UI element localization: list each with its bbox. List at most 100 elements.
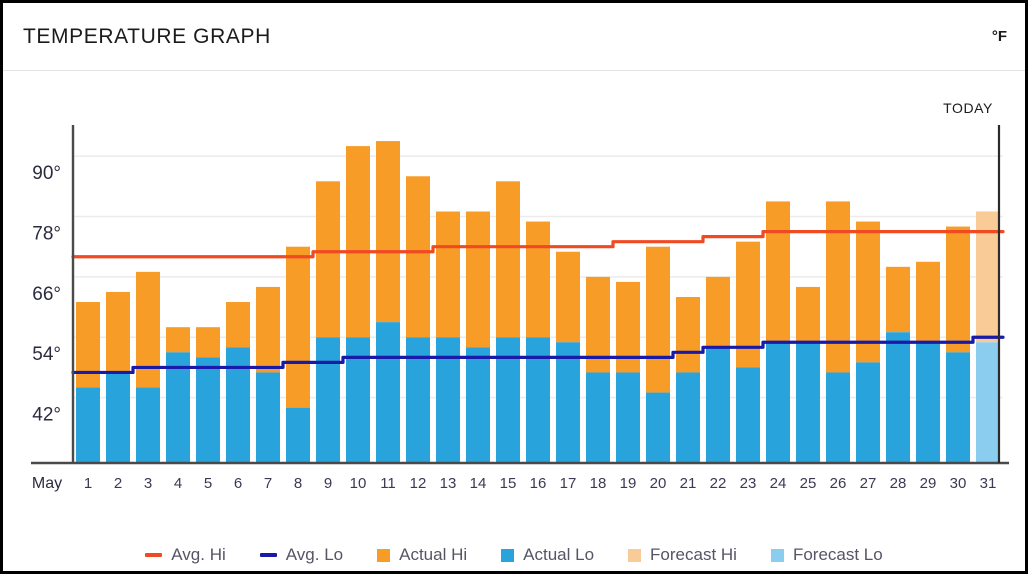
bar-group xyxy=(496,181,520,463)
x-axis-tick: 29 xyxy=(920,475,937,492)
bar-high xyxy=(646,246,670,393)
bar-group xyxy=(676,297,700,463)
legend-item[interactable]: Forecast Hi xyxy=(628,545,737,565)
bar-group xyxy=(736,241,760,463)
bar-high xyxy=(76,302,100,388)
svg-text:TODAY: TODAY xyxy=(943,100,993,116)
legend-box-swatch xyxy=(628,548,642,562)
x-axis-tick: 20 xyxy=(650,475,667,492)
legend-item[interactable]: Avg. Lo xyxy=(259,545,344,565)
legend-item[interactable]: Actual Hi xyxy=(377,545,467,565)
bar-high xyxy=(466,211,490,348)
bar-low xyxy=(646,392,670,463)
svg-text:66°: 66° xyxy=(32,284,61,305)
bar-low xyxy=(226,347,250,463)
x-axis-tick: 31 xyxy=(980,475,997,492)
legend-item[interactable]: Actual Lo xyxy=(501,545,594,565)
bar-group xyxy=(646,246,670,463)
legend-label: Forecast Hi xyxy=(650,545,737,564)
svg-text:42°: 42° xyxy=(32,405,61,426)
bar-high xyxy=(136,271,160,388)
bar-high xyxy=(946,226,970,353)
bars xyxy=(76,141,1000,463)
x-axis-tick: 3 xyxy=(144,475,152,492)
x-axis-tick: 1 xyxy=(84,475,92,492)
bar-group xyxy=(256,286,280,463)
bar-low xyxy=(886,332,910,463)
x-axis-tick: 17 xyxy=(560,475,577,492)
unit-label: °F xyxy=(991,28,1007,45)
bar-group xyxy=(106,291,130,463)
x-axis-tick: 8 xyxy=(294,475,302,492)
x-axis-tick: 21 xyxy=(680,475,697,492)
legend-item[interactable]: Forecast Lo xyxy=(770,545,883,565)
bar-high xyxy=(376,141,400,323)
legend-label: Avg. Lo xyxy=(285,545,344,564)
bar-group xyxy=(226,302,250,463)
legend-line-swatch xyxy=(145,553,163,557)
bar-group xyxy=(376,141,400,463)
bar-low xyxy=(136,387,160,463)
x-axis-labels: May 1 2 3 4 5 6 7 8 9 10 11 12 13 14 15 16 17 18 19 20 21 22 23… xyxy=(32,475,996,492)
bar-group xyxy=(886,266,910,463)
legend-box-swatch xyxy=(770,548,784,562)
x-axis-tick: 23 xyxy=(740,475,757,492)
bar-group xyxy=(406,176,430,463)
bar-low xyxy=(796,342,820,463)
x-axis-tick: 12 xyxy=(410,475,427,492)
bar-low xyxy=(976,342,1000,463)
temperature-graph-card: TEMPERATURE GRAPH °F 42° 54° 66° 78° 90° TOD… xyxy=(0,0,1028,574)
x-axis-tick: 10 xyxy=(350,475,367,492)
y-axis-labels: 42° 54° 66° 78° 90° xyxy=(32,163,61,425)
x-axis-tick: 16 xyxy=(530,475,547,492)
bar-high xyxy=(766,201,790,343)
x-axis-tick: 2 xyxy=(114,475,122,492)
bar-low xyxy=(616,372,640,463)
x-axis-tick: 28 xyxy=(890,475,907,492)
x-axis-tick: 25 xyxy=(800,475,817,492)
bar-low xyxy=(586,372,610,463)
bar-high xyxy=(556,251,580,343)
bar-group xyxy=(616,281,640,463)
bar-high xyxy=(256,286,280,373)
bar-low xyxy=(916,342,940,463)
x-axis-tick: 27 xyxy=(860,475,877,492)
bar-high xyxy=(886,266,910,333)
bar-group xyxy=(466,211,490,463)
bar-group xyxy=(916,261,940,463)
bar-low xyxy=(466,347,490,463)
legend-box-swatch xyxy=(377,548,391,562)
bar-low xyxy=(706,347,730,463)
legend-label: Forecast Lo xyxy=(792,545,883,564)
bar-group xyxy=(436,211,460,463)
bar-group xyxy=(586,276,610,463)
svg-text:54°: 54° xyxy=(32,344,61,365)
x-axis-tick: 13 xyxy=(440,475,457,492)
x-axis-tick: 7 xyxy=(264,475,272,492)
bar-high xyxy=(106,291,130,373)
bar-high xyxy=(916,261,940,343)
bar-high xyxy=(316,181,340,338)
x-axis-tick: 22 xyxy=(710,475,727,492)
bar-high xyxy=(436,211,460,338)
legend-label: Actual Lo xyxy=(523,545,595,564)
chart-legend: Avg. Hi Avg. Lo Actual Hi Actual Lo Forecast… xyxy=(3,545,1025,565)
x-axis-tick: 14 xyxy=(470,475,487,492)
legend-box-swatch xyxy=(501,548,515,562)
bar-group xyxy=(166,327,190,463)
bar-group xyxy=(766,201,790,463)
svg-text:90°: 90° xyxy=(32,163,61,184)
x-axis-tick: 26 xyxy=(830,475,847,492)
x-axis-tick: 18 xyxy=(590,475,607,492)
bar-group xyxy=(76,302,100,463)
bar-group xyxy=(196,327,220,463)
bar-high xyxy=(346,146,370,338)
bar-high xyxy=(226,302,250,348)
bar-low xyxy=(286,407,310,463)
bar-group xyxy=(526,221,550,463)
bar-low xyxy=(76,387,100,463)
bar-low xyxy=(946,352,970,463)
bar-low xyxy=(856,362,880,463)
legend-item[interactable]: Avg. Hi xyxy=(145,545,226,565)
x-axis-tick: 24 xyxy=(770,475,787,492)
